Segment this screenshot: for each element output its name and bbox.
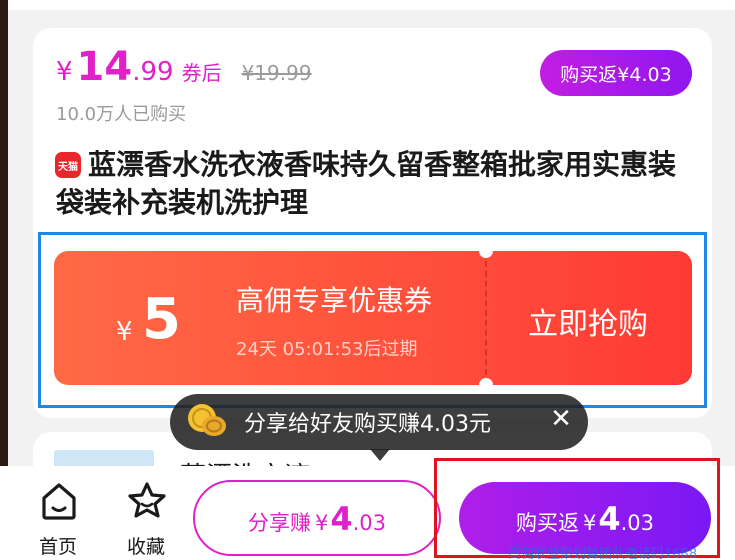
nav-favorite[interactable]: 收藏: [116, 480, 176, 560]
original-price: ¥19.99: [241, 61, 312, 85]
share-button-label: 分享赚: [247, 511, 311, 535]
coupon-notch-top: [479, 251, 493, 258]
nav-favorite-label: 收藏: [126, 536, 165, 558]
watermark: 高佣联盟聚划算团队邀请码1688: [508, 547, 698, 560]
grab-now-button[interactable]: 立即抢购: [528, 299, 648, 343]
tmall-badge-icon: 天猫: [55, 152, 81, 178]
home-icon: [42, 483, 76, 520]
coupon-currency: ¥: [116, 317, 133, 347]
coupon-card[interactable]: ¥ 5 高佣专享优惠券 24天 05:01:53后过期 立即抢购: [54, 251, 692, 385]
coin-icon: [188, 404, 226, 436]
close-icon[interactable]: ✕: [549, 405, 573, 433]
share-button-currency: ¥: [314, 511, 329, 535]
coupon-notch-bottom: [479, 378, 493, 385]
price-row: ¥ 14 .99 券后 ¥19.99: [56, 44, 312, 94]
share-button-integer: 4: [330, 500, 353, 538]
coupon-divider: [485, 261, 487, 375]
coupon-expiry: 24天 05:01:53后过期: [236, 339, 418, 360]
sold-count: 10.0万人已购买: [56, 104, 187, 125]
coupon-value: 5: [142, 287, 181, 352]
coupon-title: 高佣专享优惠券: [236, 284, 433, 317]
nav-home-label: 首页: [38, 536, 77, 558]
product-title: 蓝漂香水洗衣液香味持久留香整箱批家用实惠装袋装补充装机洗护理: [56, 148, 677, 219]
toast-arrow: [370, 449, 390, 461]
share-button-decimal: .03: [352, 511, 387, 535]
star-icon: [128, 482, 166, 518]
price-integer: 14: [76, 44, 133, 90]
price-currency: ¥: [56, 57, 73, 87]
after-coupon-label: 券后: [181, 61, 222, 85]
toast-text: 分享给好友购买赚4.03元: [244, 412, 491, 437]
price-decimal: .99: [132, 57, 174, 87]
nav-home[interactable]: 首页: [28, 480, 88, 560]
page-top-strip: [0, 0, 735, 10]
share-earn-button[interactable]: 分享赚 ¥ 4 .03: [193, 480, 441, 556]
buy-return-pill[interactable]: 购买返¥4.03: [540, 50, 692, 96]
